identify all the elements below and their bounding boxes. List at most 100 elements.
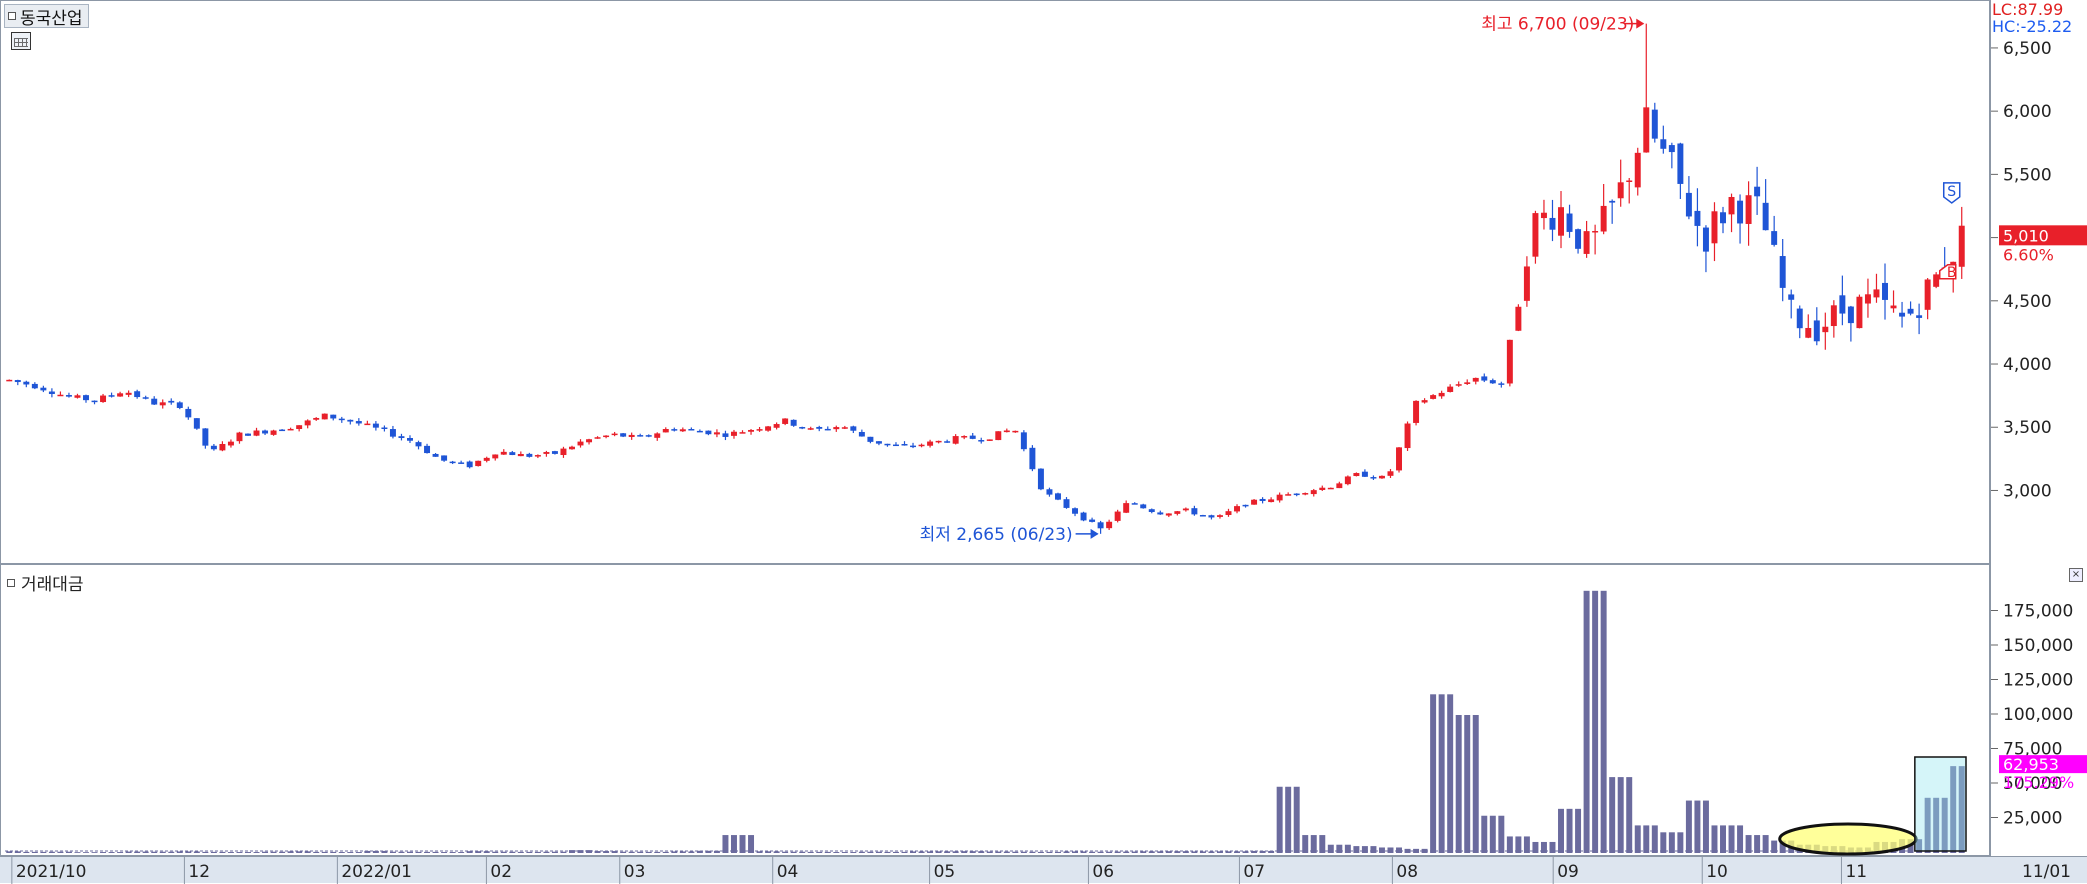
volume-bar xyxy=(219,851,226,853)
candle-body xyxy=(151,398,158,405)
volume-bar xyxy=(1754,835,1761,853)
volume-bar xyxy=(1293,786,1300,853)
x-tick-label: 10 xyxy=(1706,862,1728,882)
candle-body xyxy=(1319,487,1326,490)
candle-body xyxy=(1558,207,1564,236)
volume-bar xyxy=(918,851,925,853)
volume-bar xyxy=(245,852,251,853)
candle-body xyxy=(1293,493,1300,496)
volume-bar xyxy=(952,851,959,853)
volume-bar xyxy=(1651,825,1658,853)
volume-bar xyxy=(748,835,755,853)
volume-bar xyxy=(134,851,141,853)
candle-body xyxy=(1396,447,1402,471)
candle-body xyxy=(1890,305,1897,309)
candle-body xyxy=(637,435,644,437)
candle-body xyxy=(1268,499,1275,503)
candle-body xyxy=(1498,383,1505,385)
hc-label: HC:-25.22 xyxy=(1992,17,2073,36)
current-volume: 62,953 xyxy=(2003,755,2059,774)
candle-body xyxy=(1481,376,1488,381)
candle-body xyxy=(875,441,882,444)
volume-bar xyxy=(1131,851,1138,853)
volume-bar xyxy=(824,851,831,853)
volume-bar xyxy=(57,851,64,853)
volume-bar xyxy=(1361,846,1368,853)
candle-body xyxy=(841,427,848,429)
candle-body xyxy=(185,408,192,418)
volume-bar xyxy=(1737,825,1744,853)
candle-body xyxy=(1592,230,1599,233)
candle-body xyxy=(168,400,175,403)
volume-bar xyxy=(679,851,686,853)
volume-bar xyxy=(1123,851,1130,853)
candle-body xyxy=(313,417,320,420)
volume-bar xyxy=(901,851,908,853)
candle-body xyxy=(560,448,567,456)
volume-bar xyxy=(227,852,234,853)
candle-body xyxy=(1720,212,1726,224)
volume-bar xyxy=(1353,846,1360,853)
volume-bar xyxy=(151,851,158,853)
volume-chart-svg xyxy=(5,590,1967,856)
candle-body xyxy=(654,433,661,438)
candle-body xyxy=(1651,109,1658,139)
volume-bar xyxy=(1106,851,1113,853)
volume-bar xyxy=(6,851,13,853)
candle-body xyxy=(424,445,431,454)
candle-body xyxy=(65,395,72,397)
x-tick-label: 11 xyxy=(1845,862,1867,882)
candle-body xyxy=(569,446,575,450)
volume-bar xyxy=(790,851,797,853)
candle-body xyxy=(1762,202,1769,231)
volume-bar xyxy=(48,851,55,853)
volume-bar xyxy=(1037,851,1044,853)
volume-bar xyxy=(833,852,840,853)
candle-body xyxy=(620,433,627,437)
candle-body xyxy=(1583,231,1590,254)
volume-bar xyxy=(355,852,362,853)
candle-body xyxy=(57,394,64,397)
candle-body xyxy=(227,441,234,446)
candle-body xyxy=(1617,182,1624,199)
volume-pane[interactable]: 거래대금 xyxy=(0,564,1990,856)
volume-bar xyxy=(884,851,891,853)
volume-bar xyxy=(1728,825,1735,853)
volume-bar xyxy=(31,851,38,853)
candle-body xyxy=(1924,279,1931,310)
volume-bar xyxy=(637,851,644,853)
x-tick-label: 12 xyxy=(188,862,210,882)
candle-body xyxy=(586,439,593,443)
candle-body xyxy=(1489,380,1496,384)
volume-bar xyxy=(986,851,993,853)
volume-bar xyxy=(1020,851,1027,853)
volume-bar xyxy=(1191,851,1198,853)
candle-body xyxy=(1216,515,1223,517)
price-pane[interactable]: 동국산업 최고 6,700 (09/23) 최저 2,665 (06/23) S B xyxy=(0,0,1990,564)
candle-body xyxy=(978,440,985,442)
candle-body xyxy=(1259,498,1266,501)
price-tick-label: 4,000 xyxy=(2003,355,2052,375)
candle-body xyxy=(1575,229,1582,249)
candle-body xyxy=(748,429,755,432)
price-tick-label: 3,500 xyxy=(2003,418,2052,438)
candle-body xyxy=(1413,400,1420,423)
candle-body xyxy=(1702,227,1709,252)
candle-body xyxy=(1327,487,1334,490)
candle-body xyxy=(1515,306,1522,331)
current-volume-change: 175.29% xyxy=(2003,773,2074,792)
candle-body xyxy=(134,391,141,398)
candle-body xyxy=(1933,274,1940,287)
volume-bar xyxy=(1643,825,1650,853)
volume-bar xyxy=(526,851,533,853)
volume-bar xyxy=(722,835,729,853)
candle-body xyxy=(790,419,797,426)
candle-body xyxy=(628,434,635,437)
volume-bar xyxy=(671,851,678,853)
candle-body xyxy=(816,426,823,429)
volume-bar xyxy=(1720,825,1726,853)
candle-body xyxy=(1234,506,1241,512)
volume-bar xyxy=(1583,590,1590,853)
volume-bar xyxy=(210,851,217,853)
volume-bar xyxy=(83,852,89,853)
